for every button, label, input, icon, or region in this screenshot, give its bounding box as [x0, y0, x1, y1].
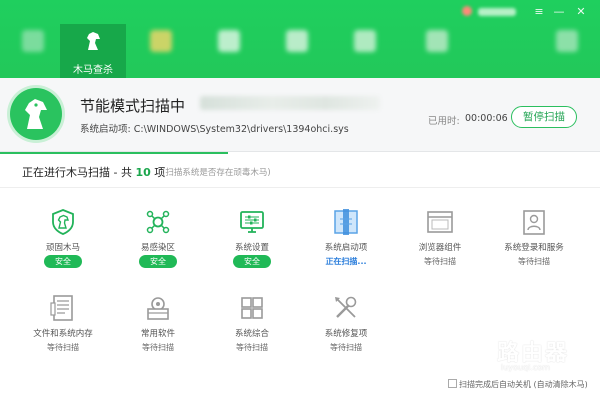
top-toolbar: ≡ — ✕ 木马查杀	[0, 0, 600, 78]
scan-status-panel: 节能模式扫描中 系统启动项: C:\WINDOWS\System32\drive…	[0, 78, 600, 152]
trojan-scan-logo-icon	[10, 88, 62, 140]
blurred-icon	[286, 30, 308, 52]
scan-status-text: 等待扫描	[330, 343, 362, 352]
scan-item-startup: 系统启动项 正在扫描...	[299, 207, 393, 279]
scan-progress-bar	[0, 152, 228, 154]
scan-item-login-services: 系统登录和服务 等待扫描	[487, 207, 581, 279]
tab-blurred-1[interactable]	[0, 24, 66, 78]
scan-item-label: 系统综合	[234, 329, 269, 339]
scan-item-system-general: 系统综合 等待扫描	[205, 293, 299, 365]
watermark-logo: 路由器 luyouqi.com	[457, 333, 597, 377]
pause-scan-button[interactable]: 暂停扫描	[511, 106, 577, 128]
tab-blurred-4[interactable]	[196, 24, 262, 78]
safe-badge: 安全	[44, 255, 82, 268]
auto-shutdown-option[interactable]: 扫描完成后自动关机 (自动清除木马)	[448, 379, 588, 390]
blurred-icon	[354, 30, 376, 52]
progress-title-prefix: 正在进行木马扫描 - 共	[22, 166, 136, 179]
scan-item-system-settings: 系统设置 安全	[205, 207, 299, 279]
scan-status-text: 等待扫描	[142, 343, 174, 352]
tab-blurred-3[interactable]	[128, 24, 194, 78]
watermark-url: luyouqi.com	[501, 363, 550, 372]
tools-repair-icon	[331, 293, 361, 323]
horse-icon	[82, 30, 104, 52]
elapsed-time-value: 00:00:06	[465, 113, 508, 124]
scan-item-label: 系统启动项	[324, 243, 368, 253]
scan-item-system-repair: 系统修复项 等待扫描	[299, 293, 393, 365]
scan-progress-row: 正在进行木马扫描 - 共 10 项 (扫描系统是否存在顽毒木马)	[0, 152, 600, 188]
safe-badge: 安全	[233, 255, 271, 268]
scan-file-prefix: 系统启动项:	[80, 124, 131, 135]
scan-status-text: 等待扫描	[47, 343, 79, 352]
scan-item-label: 系统设置	[234, 243, 269, 253]
close-icon[interactable]: ✕	[574, 6, 588, 18]
safe-badge: 安全	[139, 255, 177, 268]
blurred-icon	[556, 30, 578, 52]
browser-window-icon	[425, 207, 455, 237]
blurred-title-element	[478, 8, 516, 16]
antivirus-window: ≡ — ✕ 木马查杀 节能模式扫描中 系统启动项: C:\WINDOWS\Sys…	[0, 0, 600, 399]
scan-item-infection-zone: 易感染区 安全	[111, 207, 205, 279]
scan-file-path: C:\WINDOWS\System32\drivers\1394ohci.sys	[133, 124, 349, 135]
scan-item-common-software: 常用软件 等待扫描	[111, 293, 205, 365]
progress-hint: (扫描系统是否存在顽毒木马)	[162, 168, 271, 178]
network-icon	[143, 207, 173, 237]
tab-blurred-6[interactable]	[332, 24, 398, 78]
current-scan-file: 系统启动项: C:\WINDOWS\System32\drivers\1394o…	[80, 121, 349, 135]
windows-logo-icon	[237, 293, 267, 323]
minimize-icon[interactable]: —	[552, 6, 566, 18]
document-memory-icon	[48, 293, 78, 323]
scan-item-label: 易感染区	[140, 243, 175, 253]
tab-blurred-5[interactable]	[264, 24, 330, 78]
blurred-icon	[426, 30, 448, 52]
scan-item-label: 常用软件	[140, 329, 175, 339]
tab-blurred-7[interactable]	[404, 24, 470, 78]
software-box-icon	[143, 293, 173, 323]
router-logo-icon	[457, 337, 491, 371]
startup-scan-icon	[331, 207, 361, 237]
divider	[0, 187, 600, 188]
tab-label: 木马查杀	[73, 65, 113, 76]
user-login-icon	[519, 207, 549, 237]
blurred-title-element	[462, 6, 472, 16]
blurred-icon	[150, 30, 172, 52]
progress-item-count: 10	[135, 166, 151, 179]
auto-shutdown-label: 扫描完成后自动关机 (自动清除木马)	[459, 380, 588, 389]
scan-status-text: 等待扫描	[236, 343, 268, 352]
scan-mode-title: 节能模式扫描中	[80, 97, 186, 115]
scan-item-label: 浏览器组件	[418, 243, 462, 253]
tab-trojan-scan[interactable]: 木马查杀	[60, 24, 126, 78]
scan-item-label: 文件和系统内存	[33, 329, 93, 339]
scan-item-label: 系统修复项	[324, 329, 368, 339]
scan-status-text: 正在扫描...	[325, 257, 367, 266]
scan-item-file-memory: 文件和系统内存 等待扫描	[16, 293, 110, 365]
scan-status-text: 等待扫描	[424, 257, 456, 266]
blurred-scan-detail	[200, 96, 380, 110]
scan-status-text: 等待扫描	[518, 257, 550, 266]
blurred-icon	[218, 30, 240, 52]
shield-horse-icon	[48, 207, 78, 237]
scan-item-label: 系统登录和服务	[504, 243, 564, 253]
scan-item-label: 顽固木马	[45, 243, 80, 253]
scan-item-stubborn-trojan: 顽固木马 安全	[16, 207, 110, 279]
monitor-settings-icon	[237, 207, 267, 237]
progress-title: 正在进行木马扫描 - 共 10 项	[22, 164, 165, 180]
menu-icon[interactable]: ≡	[532, 6, 546, 18]
blurred-icon	[22, 30, 44, 52]
tab-blurred-8[interactable]	[534, 24, 600, 78]
auto-shutdown-checkbox[interactable]	[448, 379, 457, 388]
scan-item-browser-components: 浏览器组件 等待扫描	[393, 207, 487, 279]
elapsed-time-label: 已用时:	[428, 116, 460, 127]
